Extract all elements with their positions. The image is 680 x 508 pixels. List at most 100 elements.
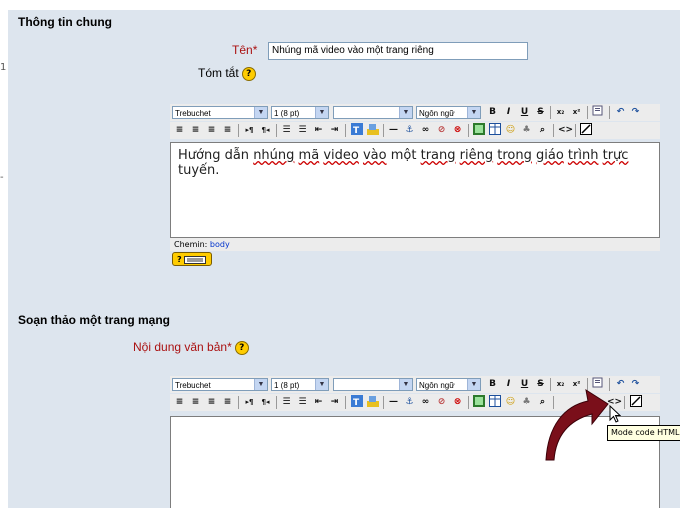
stray-char-a: 1 <box>0 62 7 73</box>
text-color-icon[interactable]: T <box>350 395 363 409</box>
align-right-icon[interactable]: ≡ <box>205 395 218 409</box>
toolbar-separator <box>553 124 554 137</box>
help-icon[interactable]: ? <box>241 66 256 81</box>
rtl-icon[interactable]: ¶◂ <box>259 123 272 137</box>
editor-toolbar-row2: ≡ ≡ ≡ ≡ ▸¶ ¶◂ ☰ ☰ ⇤ ⇥ T — ⚓ ∞ ⊘ ⊗ ☺ ♣ ⌕ … <box>170 122 660 139</box>
paste-word-icon[interactable] <box>591 105 604 119</box>
toolbar-separator <box>587 106 588 119</box>
text-segment: trang <box>420 148 456 163</box>
bold-button[interactable]: B <box>486 377 499 391</box>
anchor-icon[interactable]: ⚓ <box>403 123 416 137</box>
language-select[interactable]: Ngôn ngữ ▼ <box>416 378 481 391</box>
image-icon[interactable] <box>472 123 485 137</box>
underline-button[interactable]: U <box>518 377 531 391</box>
text-segment: giáo <box>535 148 564 163</box>
font-size-value: 1 (8 pt) <box>274 381 300 390</box>
editor-help-button[interactable]: ? <box>172 252 212 266</box>
fullscreen-icon[interactable] <box>629 395 642 409</box>
redo-icon[interactable]: ↷ <box>629 377 642 391</box>
underline-button[interactable]: U <box>518 105 531 119</box>
summary-textarea[interactable]: Hướng dẫn nhúng mã video vào một trang r… <box>170 142 660 238</box>
toolbar-separator <box>383 396 384 409</box>
align-center-icon[interactable]: ≡ <box>189 395 202 409</box>
undo-icon[interactable]: ↶ <box>614 377 627 391</box>
toolbar-separator <box>345 124 346 137</box>
toolbar-separator <box>468 396 469 409</box>
subscript-button[interactable]: x₂ <box>554 105 567 119</box>
text-segment: video <box>323 148 359 163</box>
chevron-down-icon: ▼ <box>254 379 267 390</box>
ordered-list-icon[interactable]: ☰ <box>280 123 293 137</box>
horizontal-rule-icon[interactable]: — <box>387 123 400 137</box>
table-icon[interactable] <box>488 123 501 137</box>
toolbar-separator <box>345 396 346 409</box>
align-left-icon[interactable]: ≡ <box>173 123 186 137</box>
html-code-icon[interactable]: <> <box>558 123 573 137</box>
background-color-icon[interactable] <box>366 123 379 137</box>
font-family-select[interactable]: Trebuchet ▼ <box>172 378 268 391</box>
section-title-compose: Soạn thảo một trang mạng <box>18 313 171 327</box>
background-color-icon[interactable] <box>366 395 379 409</box>
ltr-icon[interactable]: ▸¶ <box>243 123 256 137</box>
help-icon[interactable]: ? <box>234 340 249 355</box>
italic-button[interactable]: I <box>502 105 515 119</box>
rtl-icon[interactable]: ¶◂ <box>259 395 272 409</box>
nolink-icon[interactable]: ⊗ <box>451 123 464 137</box>
outdent-icon[interactable]: ⇤ <box>312 123 325 137</box>
summary-text: Hướng dẫn nhúng mã video vào một trang r… <box>178 148 648 178</box>
image-icon[interactable] <box>472 395 485 409</box>
smiley-icon[interactable]: ☺ <box>504 395 517 409</box>
align-center-icon[interactable]: ≡ <box>189 123 202 137</box>
content-label-text: Nội dung văn bản <box>133 340 228 354</box>
text-segment: trong <box>497 148 532 163</box>
align-right-icon[interactable]: ≡ <box>205 123 218 137</box>
ordered-list-icon[interactable]: ☰ <box>280 395 293 409</box>
font-size-select[interactable]: 1 (8 pt) ▼ <box>271 106 329 119</box>
text-segment: một <box>386 148 421 163</box>
redo-icon[interactable]: ↷ <box>629 105 642 119</box>
special-char-icon[interactable]: ♣ <box>520 395 533 409</box>
language-select[interactable]: Ngôn ngữ ▼ <box>416 106 481 119</box>
indent-icon[interactable]: ⇥ <box>328 395 341 409</box>
content-label: Nội dung văn bản*? <box>133 340 249 355</box>
path-label: Chemin: <box>174 240 208 249</box>
table-icon[interactable] <box>488 395 501 409</box>
editor-path-bar: Chemin: body <box>170 238 660 251</box>
font-family-value: Trebuchet <box>175 109 211 118</box>
text-color-icon[interactable]: T <box>350 123 363 137</box>
font-size-select[interactable]: 1 (8 pt) ▼ <box>271 378 329 391</box>
ltr-icon[interactable]: ▸¶ <box>243 395 256 409</box>
horizontal-rule-icon[interactable]: — <box>387 395 400 409</box>
smiley-icon[interactable]: ☺ <box>504 123 517 137</box>
strikethrough-button[interactable]: S <box>534 105 547 119</box>
unordered-list-icon[interactable]: ☰ <box>296 395 309 409</box>
special-char-icon[interactable]: ♣ <box>520 123 533 137</box>
search-replace-icon[interactable]: ⌕ <box>536 123 549 137</box>
required-mark: * <box>252 43 258 57</box>
fullscreen-icon[interactable] <box>579 123 592 137</box>
unlink-icon[interactable]: ⊘ <box>435 395 448 409</box>
unordered-list-icon[interactable]: ☰ <box>296 123 309 137</box>
svg-text:T: T <box>353 398 360 407</box>
font-family-select[interactable]: Trebuchet ▼ <box>172 106 268 119</box>
align-left-icon[interactable]: ≡ <box>173 395 186 409</box>
nolink-icon[interactable]: ⊗ <box>451 395 464 409</box>
align-justify-icon[interactable]: ≡ <box>221 395 234 409</box>
style-select[interactable]: ▼ <box>333 106 413 119</box>
outdent-icon[interactable]: ⇤ <box>312 395 325 409</box>
anchor-icon[interactable]: ⚓ <box>403 395 416 409</box>
indent-icon[interactable]: ⇥ <box>328 123 341 137</box>
chevron-down-icon: ▼ <box>467 107 480 118</box>
italic-button[interactable]: I <box>502 377 515 391</box>
name-input[interactable]: Nhúng mã video vào một trang riêng <box>268 42 528 60</box>
unlink-icon[interactable]: ⊘ <box>435 123 448 137</box>
link-icon[interactable]: ∞ <box>419 123 432 137</box>
text-segment: trực <box>602 148 629 163</box>
superscript-button[interactable]: x² <box>570 105 583 119</box>
link-icon[interactable]: ∞ <box>419 395 432 409</box>
undo-icon[interactable]: ↶ <box>614 105 627 119</box>
align-justify-icon[interactable]: ≡ <box>221 123 234 137</box>
path-value[interactable]: body <box>210 240 230 249</box>
style-select[interactable]: ▼ <box>333 378 413 391</box>
bold-button[interactable]: B <box>486 105 499 119</box>
